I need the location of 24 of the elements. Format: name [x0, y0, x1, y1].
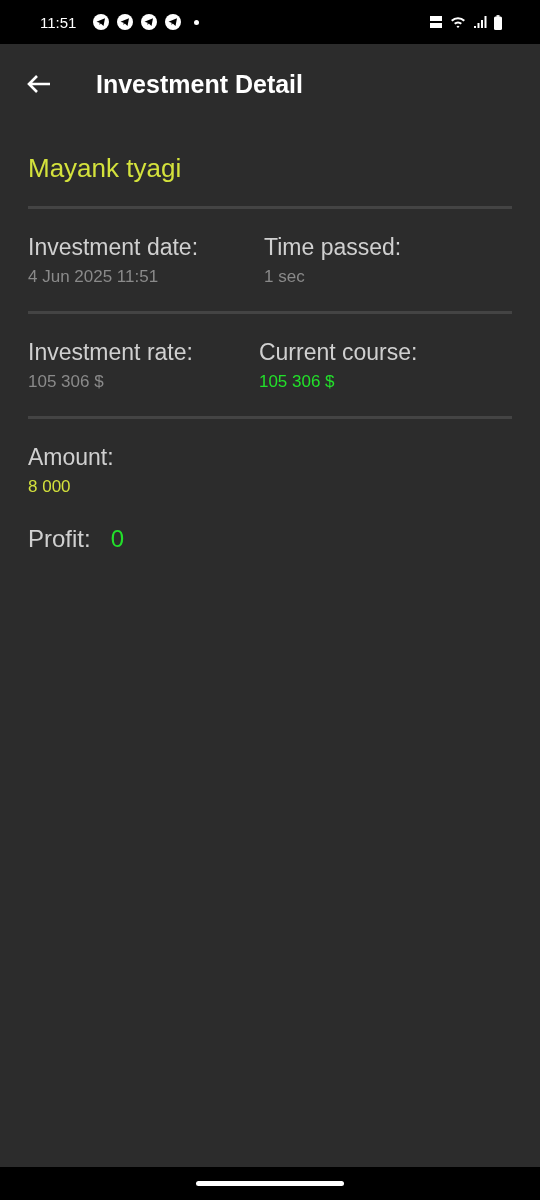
profit-value: 0: [110, 525, 125, 553]
field-value: 8 000: [28, 476, 72, 498]
wifi-icon: [450, 15, 466, 29]
clock: 11:51: [40, 13, 77, 31]
field-label: Investment rate:: [28, 338, 193, 367]
field-value: 105 306 $: [258, 371, 336, 393]
paper-plane-icon: [141, 14, 158, 30]
battery-icon: [494, 14, 502, 30]
signal-icon: [473, 15, 487, 29]
field-value: 105 306 $: [28, 371, 105, 393]
back-arrow-icon: [26, 73, 52, 95]
more-notifications-icon: [194, 19, 200, 25]
field-label: Amount:: [28, 443, 114, 472]
field-value: 1 sec: [264, 266, 306, 288]
paper-plane-icon: [93, 14, 110, 30]
field-label: Current course:: [258, 338, 418, 367]
field-label: Investment date:: [28, 233, 199, 262]
paper-plane-icon: [117, 14, 134, 30]
paper-plane-icon: [165, 14, 182, 30]
profit-label: Profit:: [28, 525, 91, 553]
investor-name: Mayank tyagi: [28, 152, 183, 185]
field-label: Time passed:: [264, 233, 402, 262]
field-value: 4 Jun 2025 11:51: [28, 266, 160, 288]
screen-title: Investment Detail: [96, 69, 303, 99]
